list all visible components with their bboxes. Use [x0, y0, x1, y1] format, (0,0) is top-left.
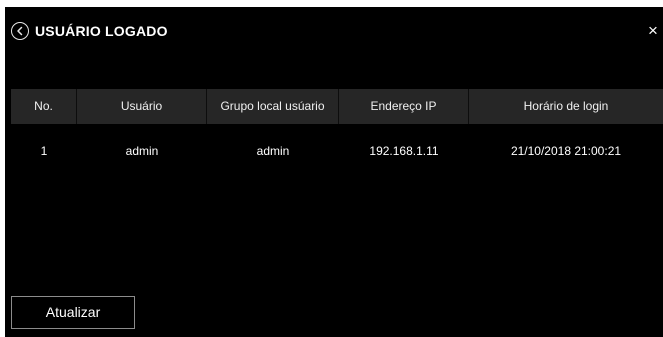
- logged-user-dialog: USUÁRIO LOGADO × No. Usuário Grupo local…: [5, 7, 663, 337]
- column-header-user[interactable]: Usuário: [77, 89, 207, 124]
- table-header: No. Usuário Grupo local usúario Endereço…: [11, 89, 663, 124]
- cell-ip: 192.168.1.11: [369, 144, 439, 158]
- cell-user: admin: [125, 144, 159, 158]
- refresh-button[interactable]: Atualizar: [11, 296, 135, 329]
- column-header-no[interactable]: No.: [11, 89, 77, 124]
- back-icon[interactable]: [11, 22, 29, 40]
- column-header-group[interactable]: Grupo local usúario: [207, 89, 339, 124]
- cell-group: admin: [256, 144, 290, 158]
- table-row[interactable]: 1 admin admin 192.168.1.11 21/10/2018 21…: [11, 141, 663, 161]
- dialog-title: USUÁRIO LOGADO: [35, 23, 168, 39]
- column-header-ip[interactable]: Endereço IP: [339, 89, 469, 124]
- column-header-login-time[interactable]: Horário de login: [469, 89, 663, 124]
- close-button[interactable]: ×: [646, 21, 660, 41]
- cell-login-time: 21/10/2018 21:00:21: [510, 144, 622, 158]
- cell-no: 1: [40, 144, 48, 158]
- chevron-left-icon: [17, 26, 23, 36]
